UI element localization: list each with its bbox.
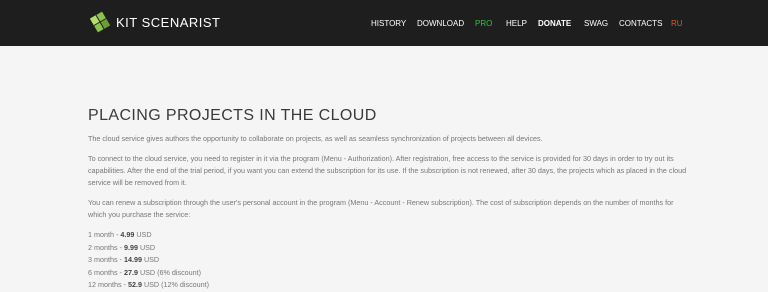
nav-language-ru[interactable]: RU [671,19,683,28]
price-amount: 9.99 [123,242,138,252]
top-navigation-bar: KIT SCENARIST HISTORY DOWNLOAD PRO HELP … [0,0,768,46]
nav-swag[interactable]: SWAG [584,19,608,28]
intro-paragraph: The cloud service gives authors the oppo… [88,134,543,143]
price-list: 1 month - 4.99 USD 2 months - 9.99 USD 3… [88,229,688,292]
price-amount: 14.99 [123,255,142,264]
price-period: 6 months - [88,267,124,277]
price-suffix: USD (6% discount) [137,267,202,277]
subscription-paragraph: You can renew a subscription through the… [88,198,674,219]
nav-help[interactable]: HELP [506,19,527,28]
page-title: PLACING PROJECTS IN THE CLOUD [88,107,377,124]
price-amount: 27.9 [123,267,138,277]
registration-paragraph: To connect to the cloud service, you nee… [88,154,687,187]
nav-history[interactable]: HISTORY [371,19,406,28]
price-item: 3 months - 14.99 USD [88,254,688,267]
price-period: 3 months - [88,255,124,264]
main-content: PLACING PROJECTS IN THE CLOUD The cloud … [88,106,688,292]
price-item: 2 months - 9.99 USD [88,242,688,255]
price-item: 12 months - 52.9 USD (12% discount) [88,279,688,292]
price-amount: 4.99 [120,230,135,239]
price-period: 1 month - [88,230,121,239]
nav-download[interactable]: DOWNLOAD [417,19,464,28]
nav-contacts[interactable]: CONTACTS [619,19,662,28]
price-suffix: USD [141,255,160,264]
price-suffix: USD [137,242,156,252]
price-item: 1 month - 4.99 USD [88,229,688,242]
price-item: 6 months - 27.9 USD (6% discount) [88,267,688,280]
nav-donate[interactable]: DONATE [538,19,571,28]
nav-pro[interactable]: PRO [475,19,492,28]
main-nav: HISTORY DOWNLOAD PRO HELP DONATE SWAG CO… [0,19,768,31]
price-suffix: USD [134,230,152,239]
price-period: 2 months - [88,242,124,252]
